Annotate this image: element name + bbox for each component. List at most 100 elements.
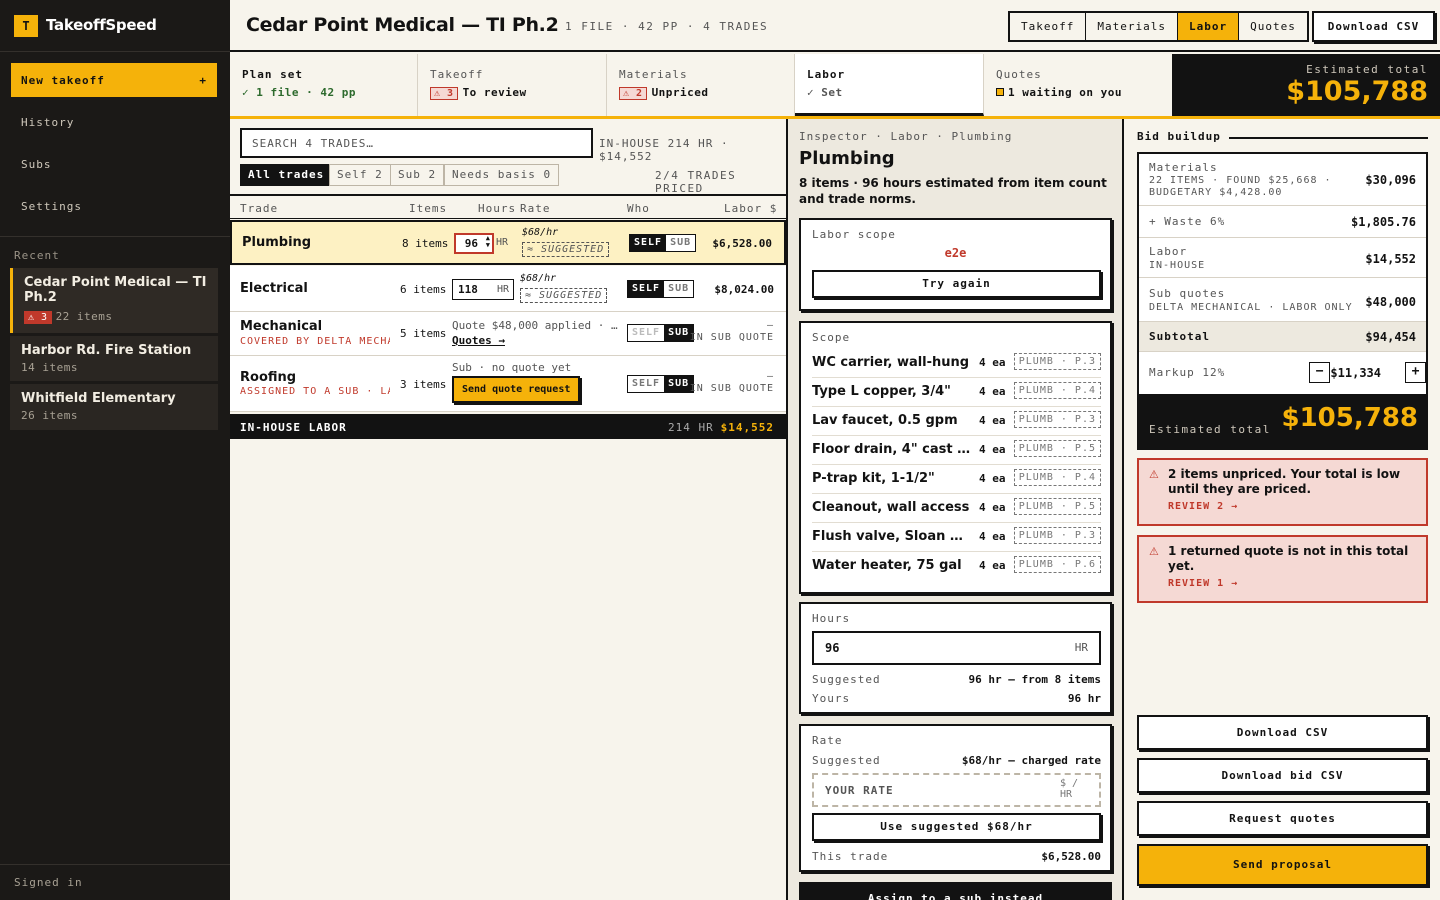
- quote-note: Sub · no quote yet: [452, 361, 572, 374]
- suggested-label: Suggested: [812, 754, 881, 767]
- total-amount: $14,552: [720, 421, 774, 434]
- step-value: Unpriced: [651, 86, 709, 99]
- request-quotes-button[interactable]: Request quotes: [1137, 801, 1428, 836]
- scope-item[interactable]: Water heater, 75 gal 4 ea PLUMB · P.6: [812, 552, 1101, 581]
- tab-materials[interactable]: Materials: [1086, 13, 1178, 40]
- sub-option[interactable]: SUB: [666, 235, 696, 251]
- search-input[interactable]: SEARCH 4 TRADES…: [240, 128, 593, 158]
- col-labor: Labor $: [724, 202, 778, 215]
- rate-input[interactable]: YOUR RATE $ / HR: [812, 773, 1101, 807]
- sheet-ref-tag[interactable]: PLUMB · P.4: [1013, 469, 1101, 486]
- suggested-value: $68/hr — charged rate: [961, 754, 1101, 767]
- row-value: $1,805.76: [1350, 215, 1416, 229]
- scope-item[interactable]: WC carrier, wall-hung 4 ea PLUMB · P.3: [812, 349, 1101, 378]
- tab-labor[interactable]: Labor: [1177, 13, 1240, 40]
- sheet-ref-tag[interactable]: PLUMB · P.5: [1013, 440, 1101, 457]
- filter-sub[interactable]: Sub 2: [390, 164, 445, 186]
- sheet-ref-tag[interactable]: PLUMB · P.3: [1013, 411, 1101, 428]
- new-takeoff-label: New takeoff: [21, 74, 105, 87]
- sheet-ref-tag[interactable]: PLUMB · P.5: [1013, 498, 1101, 515]
- markup-plus-button[interactable]: +: [1405, 362, 1426, 383]
- table-row[interactable]: Plumbing 8 items 96 ▲ ▼ HR $68/hr ≈ SUGGES…: [230, 220, 786, 265]
- warning-badge: ⚠ 2: [619, 87, 647, 100]
- quotes-link[interactable]: Quotes →: [452, 334, 505, 347]
- filter-all-trades[interactable]: All trades: [240, 164, 333, 186]
- download-csv-button[interactable]: Download CSV: [1137, 715, 1428, 750]
- hours-value: 96: [464, 237, 478, 250]
- project-items: 14 items: [21, 361, 78, 374]
- sheet-ref-tag[interactable]: PLUMB · P.6: [1013, 556, 1101, 573]
- divider: [1229, 137, 1428, 139]
- filter-needs-basis[interactable]: Needs basis 0: [444, 164, 560, 186]
- nav-subs[interactable]: Subs: [21, 158, 52, 171]
- app-name[interactable]: TakeoffSpeed: [46, 16, 157, 34]
- recent-project-whitfield[interactable]: Whitfield Elementary 26 items: [10, 384, 218, 430]
- scope-item[interactable]: Lav faucet, 0.5 gpm 4 ea PLUMB · P.3: [812, 407, 1101, 436]
- page-title: Cedar Point Medical — TI Ph.2: [246, 14, 559, 36]
- who-toggle[interactable]: SELF SUB: [627, 324, 695, 342]
- inhouse-summary: IN-HOUSE 214 HR · $14,552: [599, 137, 729, 163]
- trade-items: 5 items: [400, 327, 447, 340]
- recent-project-cedar-point[interactable]: Cedar Point Medical — TI Ph.2 ⚠ 3 22 item…: [10, 268, 218, 333]
- scope-item-qty: 4 ea: [979, 414, 1006, 427]
- table-row[interactable]: Mechanical COVERED BY DELTA MECHANICAL 5…: [230, 312, 786, 356]
- self-option[interactable]: SELF: [628, 376, 665, 392]
- download-bid-csv-button[interactable]: Download bid CSV: [1137, 758, 1428, 793]
- step-plan-set[interactable]: Plan set ✓ 1 file · 42 pp: [230, 54, 418, 116]
- recent-project-harbor[interactable]: Harbor Rd. Fire Station 14 items: [10, 336, 218, 381]
- assign-to-sub-button[interactable]: Assign to a sub instead: [799, 882, 1112, 900]
- scope-item[interactable]: Floor drain, 4" cast iron 4 ea PLUMB · P.5: [812, 436, 1101, 465]
- project-items: 26 items: [21, 409, 78, 422]
- review-link[interactable]: REVIEW 2 →: [1149, 501, 1416, 512]
- row-label: Materials: [1149, 161, 1218, 174]
- download-csv-button[interactable]: Download CSV: [1312, 11, 1435, 42]
- divider: [0, 51, 230, 52]
- scope-item-name: Floor drain, 4" cast iron: [812, 442, 972, 457]
- step-quotes[interactable]: Quotes 1 waiting on you: [984, 54, 1172, 116]
- yours-label: Yours: [812, 692, 851, 705]
- hours-field[interactable]: 96 HR: [812, 631, 1101, 665]
- in-sub-quote-label: IN SUB QUOTE: [689, 383, 774, 394]
- send-quote-request-button[interactable]: Send quote request: [452, 376, 581, 403]
- hours-input[interactable]: 96 ▲ ▼: [454, 233, 494, 254]
- labor-amount: — IN SUB QUOTE: [690, 320, 774, 344]
- review-link[interactable]: REVIEW 1 →: [1149, 578, 1416, 589]
- nav-settings[interactable]: Settings: [21, 200, 82, 213]
- hours-input[interactable]: 118 HR: [452, 279, 514, 300]
- try-again-button[interactable]: Try again: [812, 270, 1101, 298]
- who-toggle[interactable]: SELF SUB: [627, 280, 695, 298]
- rate-value: $68/hr: [522, 227, 559, 238]
- warning-badge: ⚠ 3: [430, 87, 458, 100]
- step-materials[interactable]: Materials ⚠ 2 Unpriced: [607, 54, 795, 116]
- who-toggle[interactable]: SELF SUB: [627, 375, 695, 393]
- send-proposal-button[interactable]: Send proposal: [1137, 844, 1428, 886]
- who-toggle[interactable]: SELF SUB: [629, 234, 697, 252]
- tab-takeoff[interactable]: Takeoff: [1010, 13, 1087, 40]
- sheet-ref-tag[interactable]: PLUMB · P.4: [1013, 382, 1101, 399]
- trade-name: Electrical: [240, 281, 308, 296]
- new-takeoff-button[interactable]: New takeoff +: [11, 63, 217, 97]
- table-row[interactable]: Electrical 6 items 118 HR $68/hr ≈ SUGGES…: [230, 266, 786, 312]
- sub-option[interactable]: SUB: [664, 281, 694, 297]
- use-suggested-rate-button[interactable]: Use suggested $68/hr: [812, 813, 1101, 841]
- step-takeoff[interactable]: Takeoff ⚠ 3 To review: [418, 54, 607, 116]
- tab-quotes[interactable]: Quotes: [1239, 13, 1307, 40]
- sheet-ref-tag[interactable]: PLUMB · P.3: [1013, 527, 1101, 544]
- sheet-ref-tag[interactable]: PLUMB · P.3: [1013, 353, 1101, 370]
- nav-history[interactable]: History: [21, 116, 74, 129]
- table-row[interactable]: Roofing ASSIGNED TO A SUB · LABOR 3 item…: [230, 356, 786, 412]
- stepper-icon[interactable]: ▲ ▼: [486, 235, 490, 249]
- row-sub: 22 ITEMS · FOUND $25,668 · BUDGETARY $4,…: [1149, 175, 1332, 198]
- scope-item[interactable]: Type L copper, 3/4" 4 ea PLUMB · P.4: [812, 378, 1101, 407]
- scope-item[interactable]: P-trap kit, 1-1/2" 4 ea PLUMB · P.4: [812, 465, 1101, 494]
- markup-minus-button[interactable]: −: [1309, 362, 1330, 383]
- scope-item[interactable]: Flush valve, Sloan Optima 4 ea PLUMB · P.3: [812, 523, 1101, 552]
- col-items: Items: [409, 202, 448, 215]
- filter-self[interactable]: Self 2: [329, 164, 391, 186]
- self-option[interactable]: SELF: [628, 325, 665, 341]
- step-labor[interactable]: Labor ✓ Set: [795, 54, 984, 116]
- warning-icon: ⚠: [1149, 468, 1159, 481]
- scope-item[interactable]: Cleanout, wall access 4 ea PLUMB · P.5: [812, 494, 1101, 523]
- self-option[interactable]: SELF: [628, 281, 665, 297]
- self-option[interactable]: SELF: [630, 235, 667, 251]
